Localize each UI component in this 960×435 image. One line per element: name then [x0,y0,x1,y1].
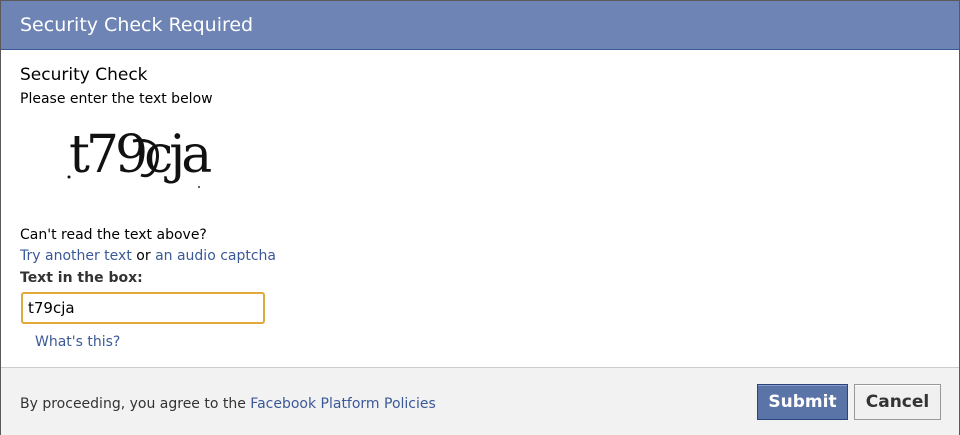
dialog-title: Security Check Required [20,14,254,36]
captcha-input[interactable] [21,292,265,324]
instruction-text: Please enter the text below [20,91,213,107]
whats-this-link[interactable]: What's this? [35,333,120,351]
cancel-button[interactable]: Cancel [854,384,941,420]
cant-read-text: Can't read the text above? [20,227,207,243]
submit-button[interactable]: Submit [757,384,848,420]
try-another-text-link[interactable]: Try another text [20,248,132,264]
security-check-dialog: Security Check Required Security Check P… [0,0,960,435]
platform-policies-link[interactable]: Facebook Platform Policies [250,396,436,412]
section-heading: Security Check [20,65,148,85]
captcha-field-label: Text in the box: [20,270,143,286]
or-separator: or [131,248,156,264]
audio-captcha-link[interactable]: an audio captcha [155,248,276,264]
policy-prefix: By proceeding, you agree to the [20,396,251,412]
captcha-distortion [67,138,200,188]
alternative-captcha-links: Try another text or an audio captcha [20,247,276,265]
dialog-footer: By proceeding, you agree to the Facebook… [1,367,959,435]
captcha-image: t79cja [61,119,231,194]
dialog-title-bar: Security Check Required [1,1,959,50]
policy-agreement-text: By proceeding, you agree to the Facebook… [20,395,436,413]
